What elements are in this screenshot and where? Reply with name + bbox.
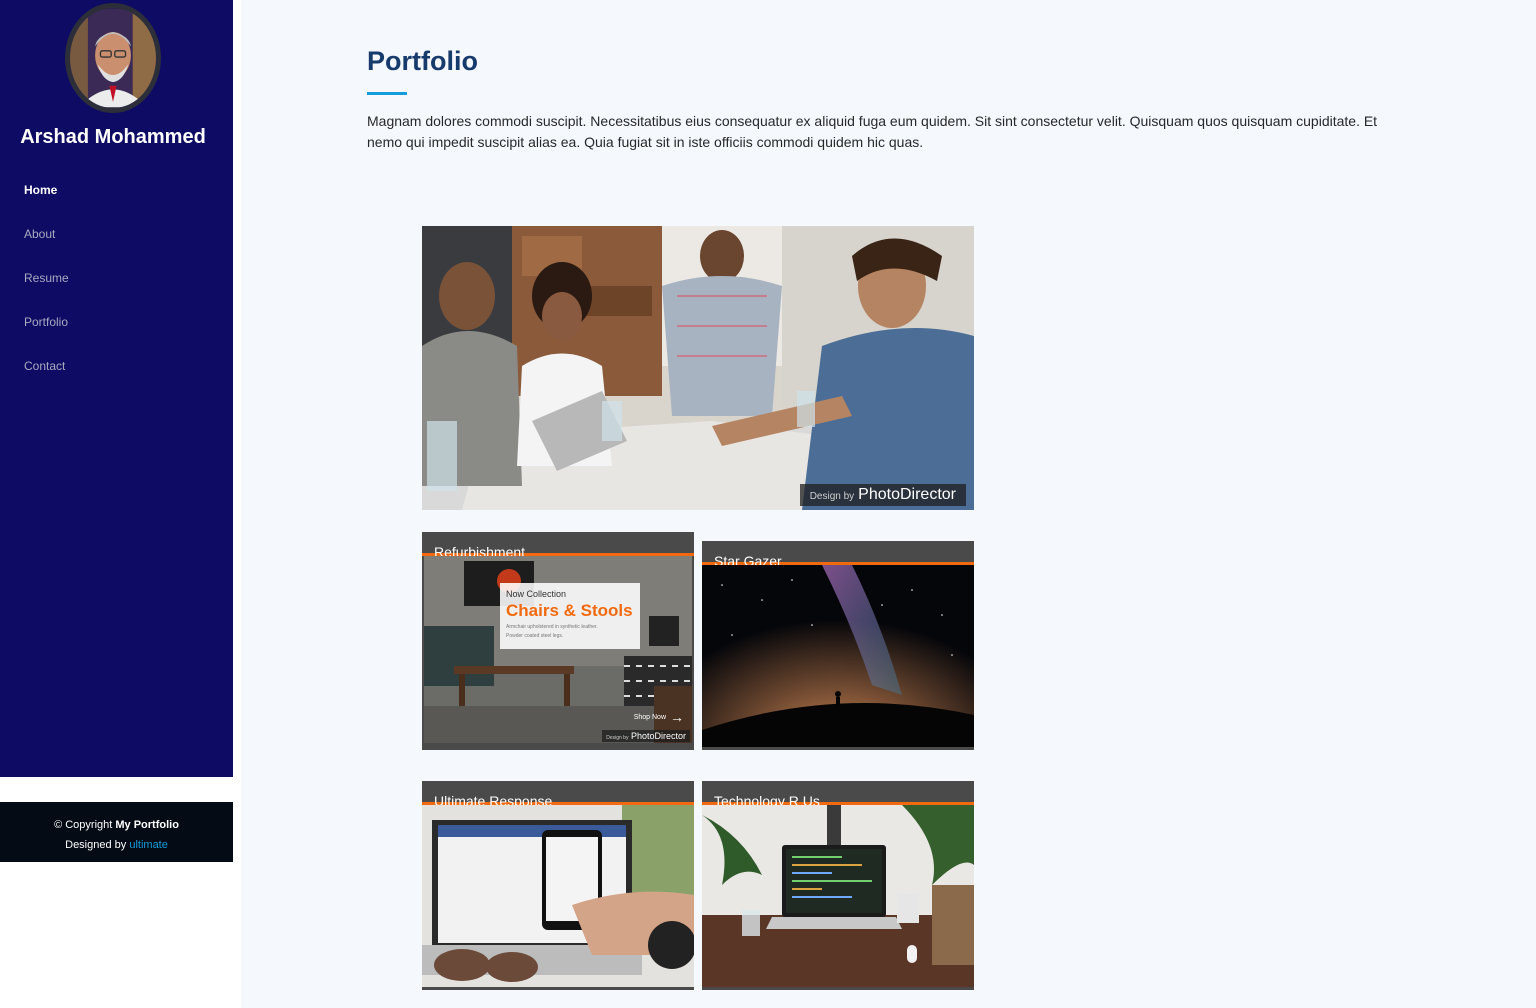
profile-name: Arshad Mohammed xyxy=(20,126,206,148)
hero-watermark-brand: PhotoDirector xyxy=(858,486,956,503)
copyright-line: © Copyright My Portfolio xyxy=(0,815,233,835)
promo-subtext-2: Powder coated steel legs. xyxy=(506,633,564,639)
portfolio-hero-image[interactable]: Design by PhotoDirector xyxy=(422,226,974,510)
card-watermark-brand: PhotoDirector xyxy=(630,731,686,741)
portfolio-card-ultimate-response[interactable]: Ultimate Response xyxy=(422,781,694,990)
card-watermark-prefix: Design by xyxy=(606,735,629,741)
card-image xyxy=(702,565,974,747)
site-name: My Portfolio xyxy=(115,819,179,831)
designed-by-prefix: Designed by xyxy=(65,839,127,851)
main-content: Portfolio Magnam dolores commodi suscipi… xyxy=(241,0,1536,1008)
portfolio-card-refurbishment[interactable]: Refurbishment Now Collection Chairs & St… xyxy=(422,532,694,750)
nav-menu: Home About Resume Portfolio Contact xyxy=(24,180,69,400)
laptop-phone-photo xyxy=(422,805,694,987)
nav-item-home[interactable]: Home xyxy=(24,180,69,224)
promo-overlay: Now Collection Chairs & Stools Armchair … xyxy=(500,583,640,649)
hero-watermark-prefix: Design by xyxy=(809,491,855,502)
arrow-right-icon: → xyxy=(670,709,684,725)
card-header: Star Gazer xyxy=(702,541,974,568)
portfolio-card-star-gazer[interactable]: Star Gazer xyxy=(702,541,974,750)
nav-item-resume[interactable]: Resume xyxy=(24,268,69,312)
promo-subtext-1: Armchair upholstered in synthetic leathe… xyxy=(506,624,598,630)
card-header: Ultimate Response xyxy=(422,781,694,808)
page-title: Portfolio xyxy=(367,46,478,76)
footer: © Copyright My Portfolio Designed by ult… xyxy=(0,802,233,862)
card-image xyxy=(422,805,694,987)
hero-watermark: Design by PhotoDirector xyxy=(799,484,966,506)
sidebar: Arshad Mohammed Home About Resume Portfo… xyxy=(0,0,233,777)
portfolio-card-technology-r-us[interactable]: Technology R Us xyxy=(702,781,974,990)
card-image xyxy=(702,805,974,987)
nav-item-portfolio[interactable]: Portfolio xyxy=(24,312,69,356)
shop-now-link: Shop Now → xyxy=(634,709,684,725)
card-header: Refurbishment xyxy=(422,532,694,559)
copyright-prefix: © Copyright xyxy=(54,819,113,831)
promo-headline: Chairs & Stools xyxy=(506,601,633,620)
card-watermark: Design by PhotoDirector xyxy=(602,730,690,742)
avatar xyxy=(65,3,161,113)
card-image: Now Collection Chairs & Stools Armchair … xyxy=(424,556,692,743)
desk-laptop-photo xyxy=(702,805,974,987)
profile-photo xyxy=(70,8,156,108)
credits-line: Designed by ultimate xyxy=(0,835,233,855)
designer-link[interactable]: ultimate xyxy=(129,839,168,851)
nav-item-contact[interactable]: Contact xyxy=(24,356,69,400)
title-underline xyxy=(367,92,407,95)
shop-now-label: Shop Now xyxy=(633,713,666,721)
team-meeting-photo xyxy=(422,226,974,510)
section-description: Magnam dolores commodi suscipit. Necessi… xyxy=(367,113,1378,150)
promo-collection-label: Now Collection xyxy=(506,589,567,599)
nav-item-about[interactable]: About xyxy=(24,224,69,268)
card-header: Technology R Us xyxy=(702,781,974,808)
milky-way-photo xyxy=(702,565,974,747)
